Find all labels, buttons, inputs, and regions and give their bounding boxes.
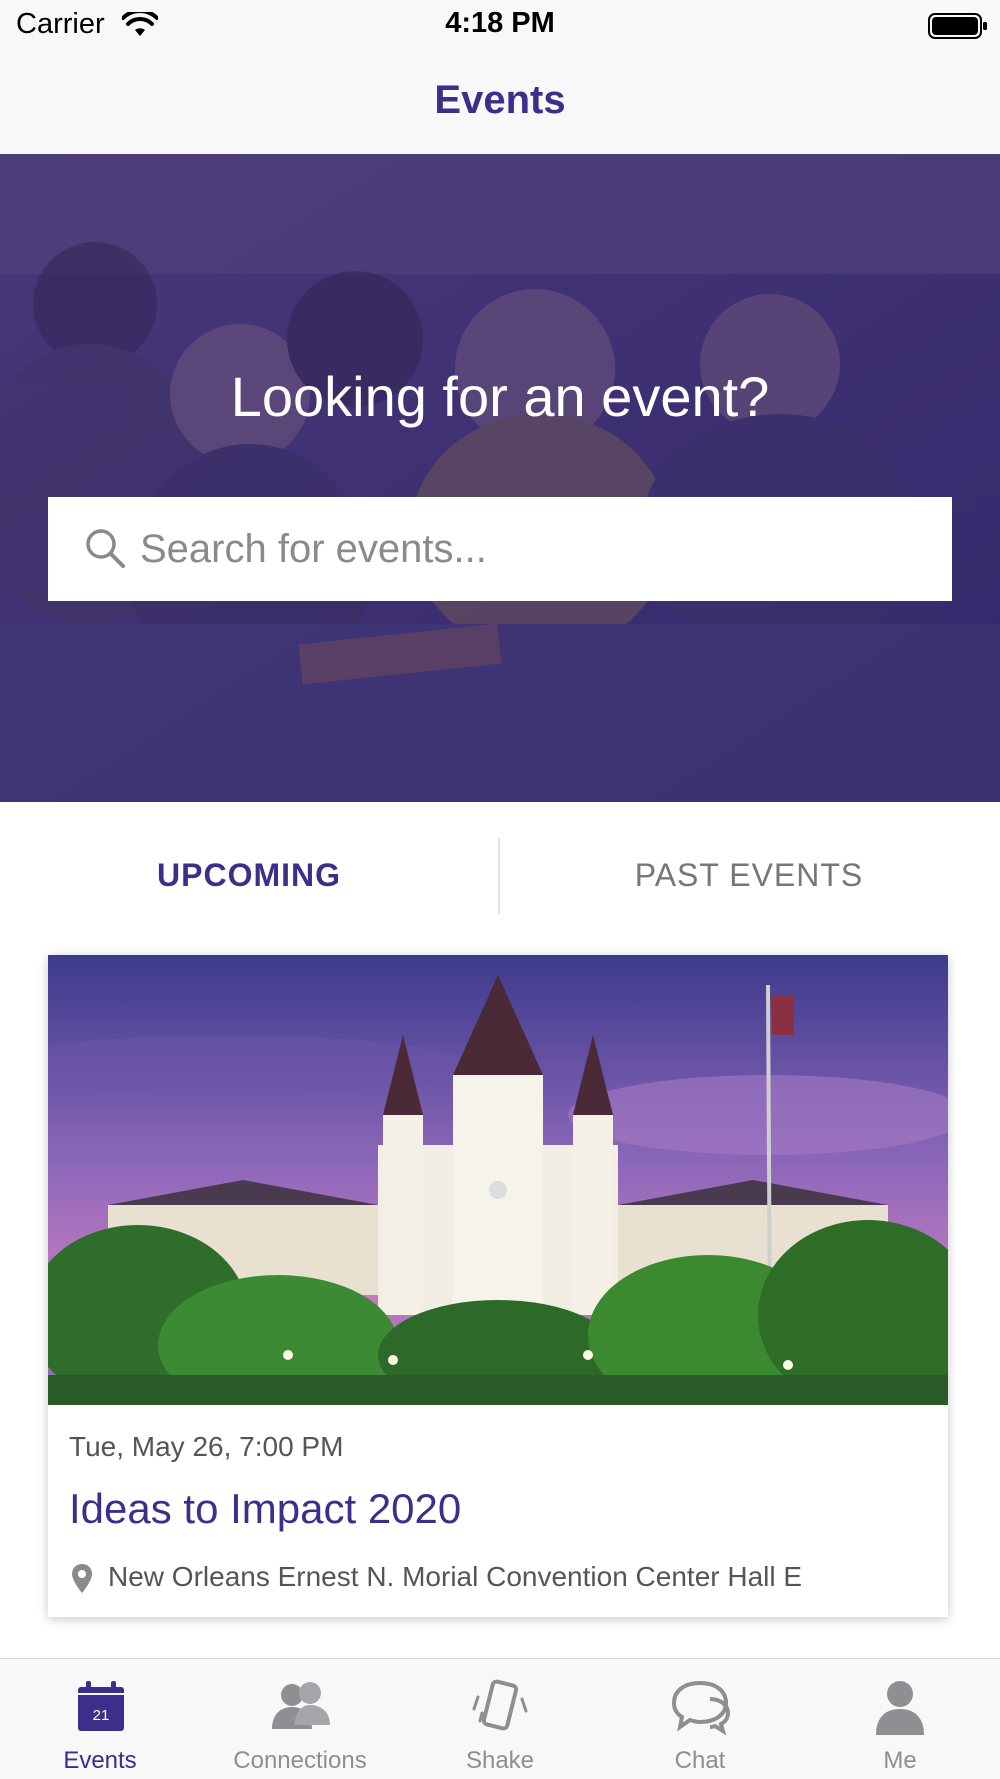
navigation-bar: Events [0, 52, 1000, 155]
page-title: Events [434, 78, 566, 122]
people-icon [272, 1682, 330, 1729]
event-tabs: UPCOMING PAST EVENTS [0, 802, 1000, 948]
battery-icon [928, 13, 987, 39]
location-pin-icon [72, 1564, 92, 1593]
tab-bar-label: Chat [674, 1747, 726, 1774]
person-icon [876, 1681, 924, 1735]
tab-bar-shake[interactable]: Shake [400, 1659, 600, 1779]
tab-past-events[interactable]: PAST EVENTS [500, 802, 998, 948]
hero-overlay [0, 154, 1000, 802]
tab-bar-chat[interactable]: Chat [600, 1659, 800, 1779]
hero-headline: Looking for an event? [230, 365, 770, 428]
tab-bar-label: Shake [465, 1747, 535, 1774]
search-box[interactable] [48, 497, 952, 601]
hero-banner: Looking for an event? [0, 154, 1000, 802]
tab-bar-label: Connections [233, 1747, 367, 1774]
tab-bar-label: Me [883, 1747, 917, 1774]
calendar-day: 21 [93, 1707, 110, 1724]
event-location: New Orleans Ernest N. Morial Convention … [108, 1561, 803, 1592]
status-bar: Carrier 4:18 PM [0, 0, 1000, 52]
tab-bar-connections[interactable]: Connections [200, 1659, 400, 1779]
search-input[interactable] [140, 497, 920, 601]
event-cathedral-image [48, 955, 948, 1405]
event-title[interactable]: Ideas to Impact 2020 [69, 1485, 461, 1533]
event-card[interactable]: Tue, May 26, 7:00 PM Ideas to Impact 202… [48, 955, 948, 1617]
bottom-tab-bar: 21 Events Connections Shake Chat Me [0, 1658, 1000, 1779]
search-icon [86, 529, 125, 568]
tab-bar-label: Events [63, 1747, 137, 1774]
status-time: 4:18 PM [445, 7, 555, 39]
phone-shake-icon [472, 1679, 528, 1731]
calendar-icon: 21 [78, 1681, 124, 1731]
tab-upcoming[interactable]: UPCOMING [0, 802, 498, 948]
tab-bar-me[interactable]: Me [800, 1659, 1000, 1779]
tab-bar-events[interactable]: 21 Events [0, 1659, 200, 1779]
chat-bubbles-icon [671, 1680, 731, 1736]
event-date: Tue, May 26, 7:00 PM [69, 1431, 344, 1462]
